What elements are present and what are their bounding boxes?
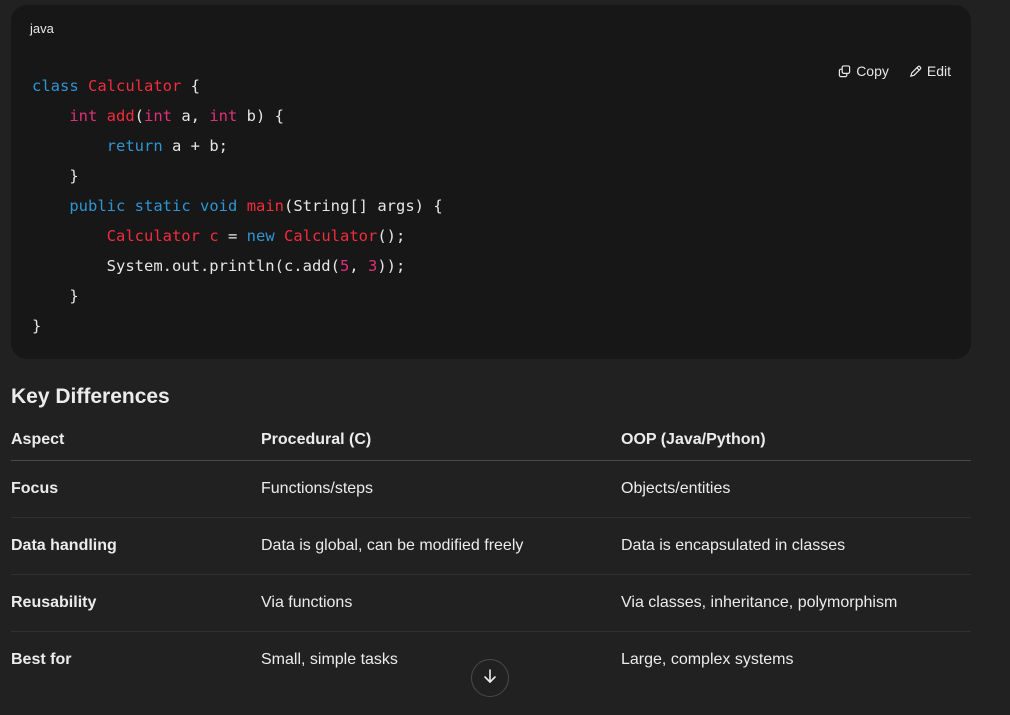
- code-token: {: [181, 77, 200, 95]
- code-line: int add(int a, int b) {: [32, 101, 443, 131]
- code-token: }: [32, 317, 42, 335]
- code-token: a,: [172, 107, 210, 125]
- comparison-table: Aspect Procedural (C) OOP (Java/Python) …: [11, 420, 971, 688]
- code-token: b) {: [237, 107, 285, 125]
- code-token: void: [200, 197, 238, 215]
- code-token: 5: [339, 257, 350, 275]
- code-token: Calculator: [284, 227, 378, 245]
- arrow-down-icon: [481, 667, 499, 690]
- code-token: (: [134, 107, 145, 125]
- code-token: =: [218, 227, 247, 245]
- table-cell: Data is global, can be modified freely: [261, 537, 524, 554]
- code-token: add: [106, 107, 135, 125]
- code-token: int: [209, 107, 238, 125]
- code-token: System.out.println(c.add(: [32, 257, 340, 275]
- edit-icon: [909, 65, 922, 78]
- code-token: Calculator: [88, 77, 182, 95]
- code-line: class Calculator {: [32, 71, 443, 101]
- table-cell: Focus: [11, 480, 59, 497]
- code-token: public: [69, 197, 126, 215]
- header-cell: OOP (Java/Python): [621, 431, 766, 448]
- scroll-down-button[interactable]: [471, 659, 509, 697]
- table-row: Data handling Data is global, can be mod…: [11, 518, 971, 575]
- table-cell: Data handling: [11, 537, 117, 554]
- code-token: int: [144, 107, 173, 125]
- code-token: static: [134, 197, 191, 215]
- copy-label: Copy: [856, 63, 889, 79]
- section-heading: Key Differences: [11, 385, 170, 408]
- code-token: Calculator: [106, 227, 200, 245]
- code-token: new: [246, 227, 275, 245]
- table-cell: Large, complex systems: [621, 651, 794, 668]
- code-token: class: [32, 77, 88, 95]
- code-line: public static void main(String[] args) {: [32, 191, 443, 221]
- table-cell: Reusability: [11, 594, 97, 611]
- chat-page: java Copy Edit class Calculator {int ad…: [0, 0, 1010, 715]
- code-line: Calculator c = new Calculator();: [32, 221, 443, 251]
- code-token: a + b;: [162, 137, 228, 155]
- table-cell: Objects/entities: [621, 480, 731, 497]
- code-language-label: java: [30, 21, 54, 36]
- code-token: }: [32, 167, 79, 185]
- code-token: 3: [367, 257, 378, 275]
- code-line: }: [32, 161, 443, 191]
- table-row: Reusability Via functions Via classes, i…: [11, 575, 971, 632]
- code-line: return a + b;: [32, 131, 443, 161]
- table-cell: Functions/steps: [261, 480, 374, 497]
- table-cell: Data is encapsulated in classes: [621, 537, 846, 554]
- table-cell: Via classes, inheritance, polymorphism: [621, 594, 898, 611]
- code-token: (String[] args) {: [284, 197, 443, 215]
- code-line: }: [32, 311, 443, 341]
- code-token: ));: [377, 257, 406, 275]
- table-header: Aspect Procedural (C) OOP (Java/Python): [11, 420, 971, 461]
- header-cell: Procedural (C): [261, 431, 372, 448]
- code-content: class Calculator { int add(int a, int b)…: [32, 71, 443, 341]
- code-token: c: [209, 227, 219, 245]
- edit-label: Edit: [926, 63, 951, 79]
- table-row: Focus Functions/steps Objects/entities: [11, 461, 971, 518]
- table-cell: Via functions: [261, 594, 353, 611]
- copy-button[interactable]: Copy: [838, 63, 889, 79]
- edit-button[interactable]: Edit: [909, 63, 951, 79]
- table-cell: Best for: [11, 651, 72, 668]
- code-block: java Copy Edit class Calculator {int ad…: [11, 5, 971, 359]
- code-token: }: [32, 287, 79, 305]
- code-token: main: [246, 197, 285, 215]
- code-actions: Copy Edit: [838, 63, 951, 79]
- code-line: }: [32, 281, 443, 311]
- code-token: int: [69, 107, 98, 125]
- code-token: ,: [349, 257, 368, 275]
- copy-icon: [838, 64, 851, 78]
- header-cell: Aspect: [11, 431, 65, 448]
- code-token: ();: [377, 227, 406, 245]
- code-token: return: [106, 137, 163, 155]
- table-cell: Small, simple tasks: [261, 651, 398, 668]
- code-line: System.out.println(c.add(5, 3));: [32, 251, 443, 281]
